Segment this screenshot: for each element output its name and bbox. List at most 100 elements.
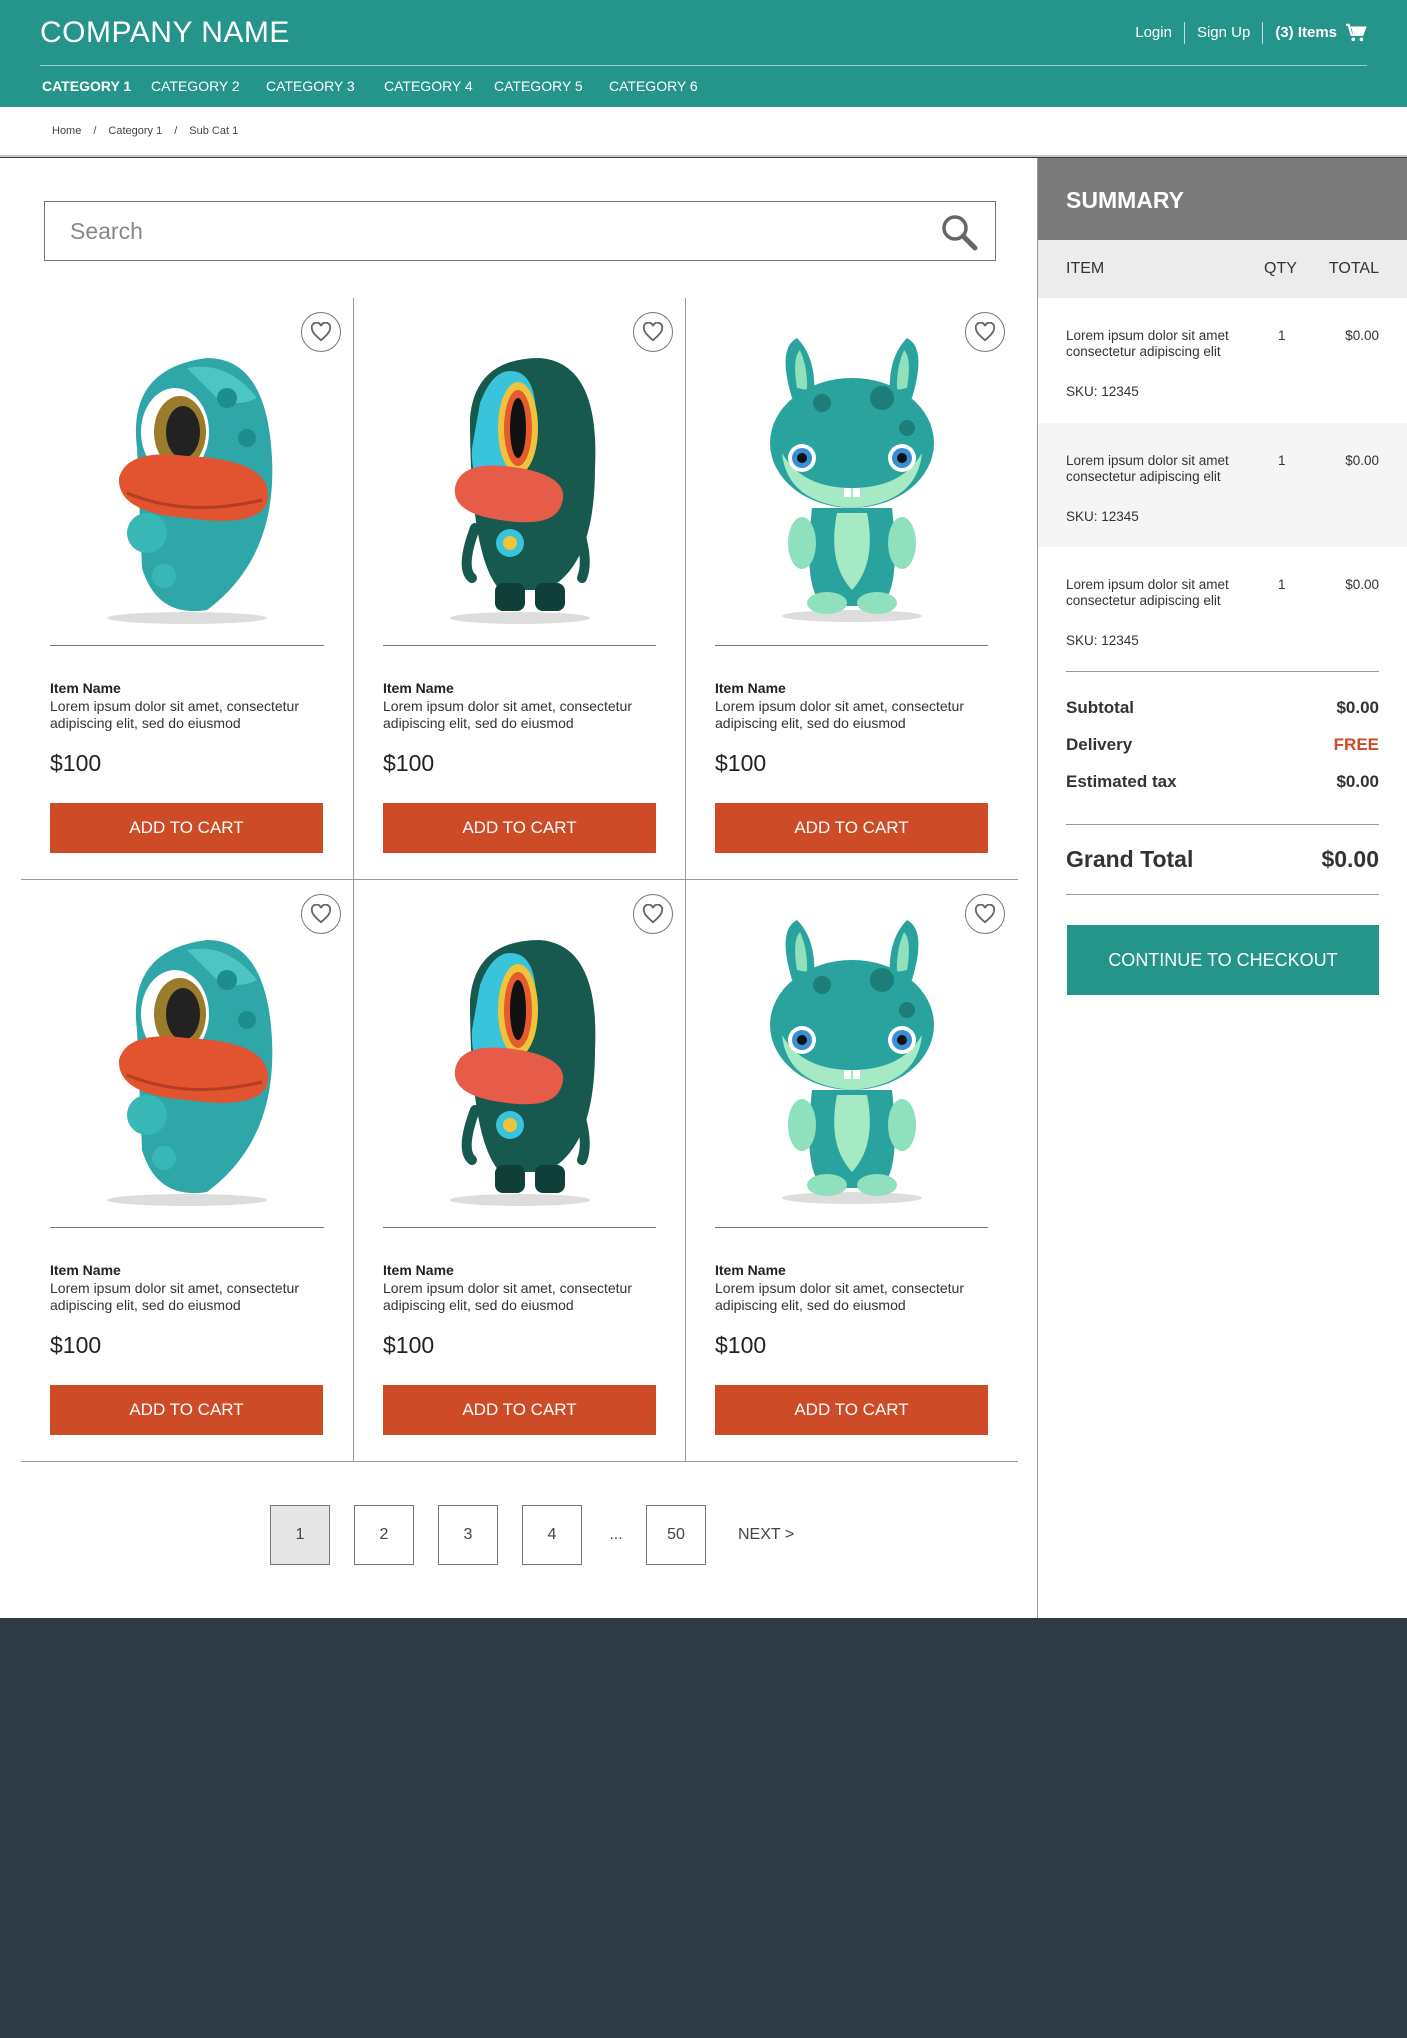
- checkout-button[interactable]: CONTINUE TO CHECKOUT: [1067, 925, 1379, 995]
- line-item-sku: SKU: 12345: [1066, 633, 1139, 648]
- breadcrumb-separator: /: [93, 125, 97, 137]
- line-item-description: Lorem ipsum dolor sit amet consectetur a…: [1066, 577, 1229, 608]
- category-3[interactable]: CATEGORY 3: [266, 78, 384, 94]
- category-4[interactable]: CATEGORY 4: [384, 78, 494, 94]
- page-2-button[interactable]: 2: [354, 1505, 414, 1565]
- product-price: $100: [715, 1332, 767, 1358]
- product-card: Item Name Lorem ipsum dolor sit amet, co…: [353, 880, 685, 1462]
- add-to-cart-button[interactable]: ADD TO CART: [50, 1385, 323, 1435]
- search-input[interactable]: [45, 202, 925, 260]
- login-link[interactable]: Login: [1123, 22, 1184, 44]
- line-item-sku: SKU: 12345: [1066, 509, 1139, 524]
- summary-line-item: Lorem ipsum dolor sit amet consectetur a…: [1038, 423, 1407, 547]
- delivery-row: Delivery FREE: [1066, 735, 1379, 755]
- summary-line-item: Lorem ipsum dolor sit amet consectetur a…: [1038, 547, 1407, 671]
- breadcrumb-home[interactable]: Home: [52, 125, 81, 137]
- product-price: $100: [383, 750, 435, 776]
- column-qty: QTY: [1264, 260, 1297, 277]
- line-item-description: Lorem ipsum dolor sit amet consectetur a…: [1066, 328, 1229, 359]
- line-item-qty: 1: [1278, 328, 1286, 343]
- tax-label: Estimated tax: [1066, 772, 1177, 791]
- summary-header: SUMMARY: [1038, 158, 1407, 240]
- add-to-cart-button[interactable]: ADD TO CART: [715, 803, 988, 853]
- column-total: TOTAL: [1328, 260, 1379, 277]
- category-2[interactable]: CATEGORY 2: [151, 78, 266, 94]
- breadcrumb-bar: Home / Category 1 / Sub Cat 1: [0, 107, 1407, 157]
- pagination: 1 2 3 4 ... 50 NEXT >: [270, 1505, 794, 1565]
- favorite-button[interactable]: [301, 312, 341, 352]
- line-item-sku: SKU: 12345: [1066, 384, 1139, 399]
- heart-icon: [310, 322, 332, 342]
- line-item-qty: 1: [1278, 453, 1286, 468]
- product-description: Lorem ipsum dolor sit amet, consectetur …: [383, 698, 632, 731]
- subtotal-value: $0.00: [1336, 698, 1379, 717]
- product-grid: Item Name Lorem ipsum dolor sit amet, co…: [21, 298, 1018, 1462]
- product-image-frog-toy[interactable]: [400, 328, 640, 628]
- category-nav: CATEGORY 1 CATEGORY 2 CATEGORY 3 CATEGOR…: [42, 78, 719, 94]
- category-6[interactable]: CATEGORY 6: [609, 78, 719, 94]
- product-row: Item Name Lorem ipsum dolor sit amet, co…: [21, 298, 1018, 880]
- add-to-cart-button[interactable]: ADD TO CART: [50, 803, 323, 853]
- account-links: Login Sign Up (3) Items: [1123, 22, 1367, 44]
- breadcrumb-separator: /: [174, 125, 178, 137]
- product-card: Item Name Lorem ipsum dolor sit amet, co…: [685, 298, 1017, 880]
- product-image-bunny-toy[interactable]: [732, 328, 972, 628]
- page-50-button[interactable]: 50: [646, 1505, 706, 1565]
- breadcrumb-subcategory[interactable]: Sub Cat 1: [189, 125, 238, 137]
- card-divider: [383, 645, 656, 646]
- delivery-label: Delivery: [1066, 735, 1133, 754]
- subtotal-label: Subtotal: [1066, 698, 1134, 717]
- category-1[interactable]: CATEGORY 1: [42, 78, 151, 94]
- product-name: Item Name: [715, 1262, 786, 1278]
- product-image-duck-toy[interactable]: [67, 328, 307, 628]
- page-4-button[interactable]: 4: [522, 1505, 582, 1565]
- product-image-bunny-toy[interactable]: [732, 910, 972, 1210]
- product-card: Item Name Lorem ipsum dolor sit amet, co…: [353, 298, 685, 880]
- line-item-total: $0.00: [1345, 577, 1379, 592]
- card-divider: [715, 1227, 988, 1228]
- product-image-frog-toy[interactable]: [400, 910, 640, 1210]
- page-1-button[interactable]: 1: [270, 1505, 330, 1565]
- order-summary: SUMMARY ITEM QTY TOTAL Lorem ipsum dolor…: [1037, 158, 1407, 1618]
- column-item: ITEM: [1066, 260, 1105, 277]
- breadcrumb: Home / Category 1 / Sub Cat 1: [52, 125, 238, 137]
- add-to-cart-button[interactable]: ADD TO CART: [715, 1385, 988, 1435]
- cart-link[interactable]: (3) Items: [1262, 22, 1367, 44]
- product-name: Item Name: [50, 680, 121, 696]
- card-divider: [715, 645, 988, 646]
- summary-line-item: Lorem ipsum dolor sit amet consectetur a…: [1038, 298, 1407, 422]
- product-image-duck-toy[interactable]: [67, 910, 307, 1210]
- product-description: Lorem ipsum dolor sit amet, consectetur …: [715, 1280, 964, 1313]
- product-card: Item Name Lorem ipsum dolor sit amet, co…: [21, 880, 353, 1462]
- top-header: COMPANY NAME Login Sign Up (3) Items CAT…: [0, 0, 1407, 107]
- duck-toy-illustration: [107, 358, 273, 624]
- product-price: $100: [715, 750, 767, 776]
- frog-toy-illustration: [449, 940, 595, 1206]
- product-description: Lorem ipsum dolor sit amet, consectetur …: [50, 698, 299, 731]
- category-5[interactable]: CATEGORY 5: [494, 78, 609, 94]
- page-3-button[interactable]: 3: [438, 1505, 498, 1565]
- subtotal-row: Subtotal $0.00: [1066, 698, 1379, 718]
- company-name[interactable]: COMPANY NAME: [40, 16, 290, 50]
- summary-title: SUMMARY: [1066, 187, 1184, 213]
- product-row: Item Name Lorem ipsum dolor sit amet, co…: [21, 880, 1018, 1462]
- grand-total-value: $0.00: [1321, 846, 1379, 872]
- cart-icon: [1346, 23, 1367, 42]
- next-page-link[interactable]: NEXT >: [738, 1526, 794, 1544]
- breadcrumb-category[interactable]: Category 1: [108, 125, 162, 137]
- add-to-cart-button[interactable]: ADD TO CART: [383, 1385, 656, 1435]
- signup-link[interactable]: Sign Up: [1183, 22, 1262, 44]
- heart-icon: [310, 904, 332, 924]
- card-divider: [50, 1227, 324, 1228]
- add-to-cart-button[interactable]: ADD TO CART: [383, 803, 656, 853]
- pagination-ellipsis: ...: [609, 1526, 623, 1543]
- favorite-button[interactable]: [301, 894, 341, 934]
- product-name: Item Name: [383, 1262, 454, 1278]
- card-divider: [383, 1227, 656, 1228]
- bunny-toy-illustration: [769, 338, 934, 622]
- product-description: Lorem ipsum dolor sit amet, consectetur …: [715, 698, 964, 731]
- cart-count: (3) Items: [1275, 24, 1337, 41]
- search-icon[interactable]: [939, 212, 979, 252]
- summary-divider: [1066, 824, 1379, 825]
- product-description: Lorem ipsum dolor sit amet, consectetur …: [50, 1280, 299, 1313]
